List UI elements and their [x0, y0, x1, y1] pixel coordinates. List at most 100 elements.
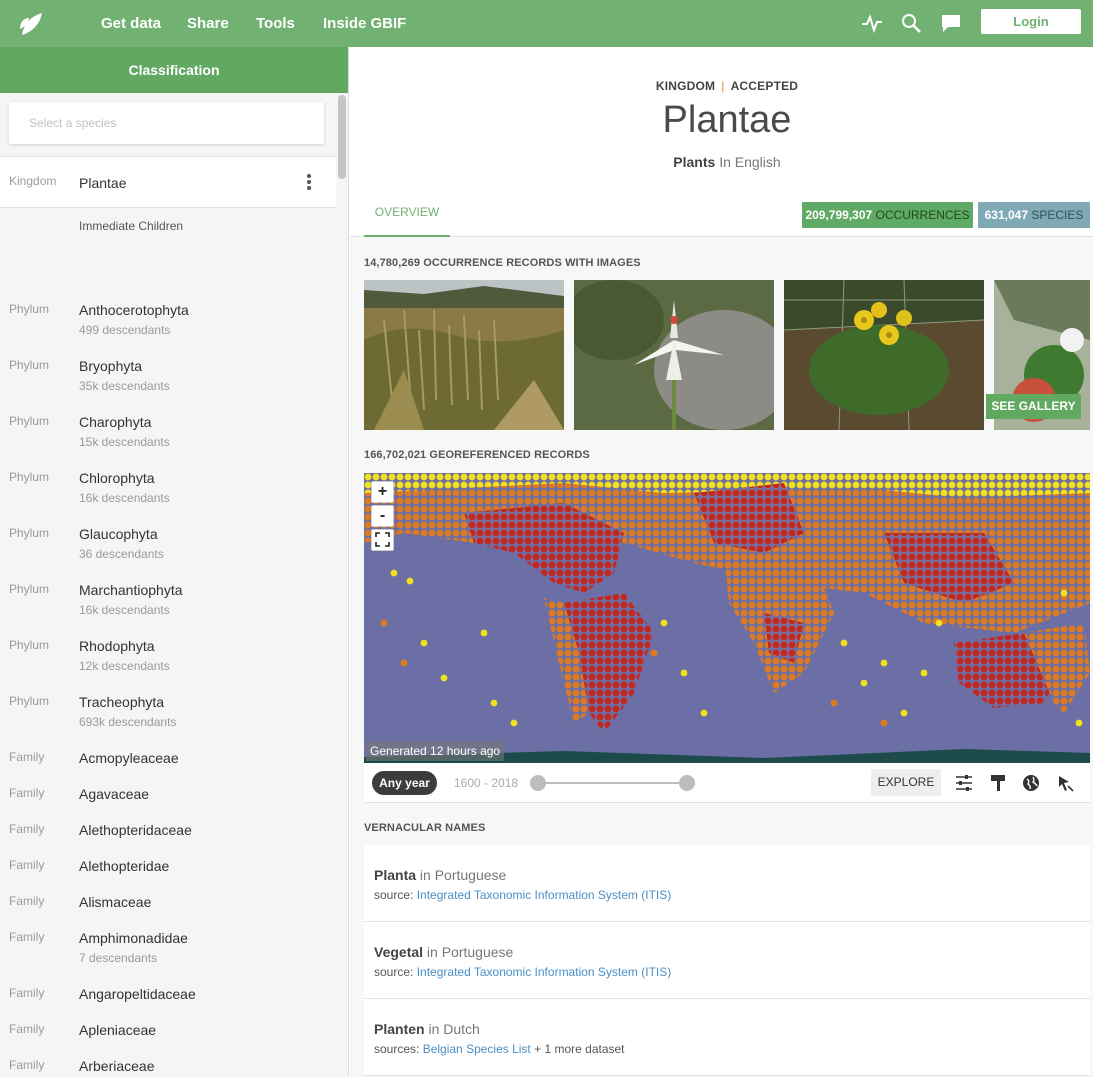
row-descendants: 16k descendants — [79, 491, 170, 505]
vernacular-language: in Portuguese — [426, 944, 514, 960]
row-name[interactable]: Glaucophyta — [79, 526, 158, 542]
images-heading: 14,780,269 OCCURRENCE RECORDS WITH IMAGE… — [364, 257, 641, 269]
kingdom-row[interactable]: Kingdom Plantae — [0, 156, 336, 208]
occurrence-photo[interactable] — [784, 280, 984, 430]
row-name[interactable]: Alethopteridae — [79, 858, 169, 874]
row-name[interactable]: Acmopyleaceae — [79, 750, 179, 766]
row-name[interactable]: Charophyta — [79, 414, 151, 430]
row-name[interactable]: Agavaceae — [79, 786, 149, 802]
row-name[interactable]: Apleniaceae — [79, 1022, 156, 1038]
year-slider-track[interactable] — [538, 782, 688, 784]
common-name-value: Plants — [673, 154, 716, 170]
login-button[interactable]: Login — [981, 9, 1081, 34]
zoom-out-button[interactable]: - — [371, 505, 394, 527]
nav-get-data[interactable]: Get data — [101, 15, 161, 32]
page-title: Plantae — [662, 99, 792, 141]
nav-inside-gbif[interactable]: Inside GBIF — [323, 15, 406, 32]
any-year-button[interactable]: Any year — [372, 771, 437, 795]
row-name[interactable]: Arberiaceae — [79, 1058, 155, 1074]
taxon-header: KINGDOM | ACCEPTED Plantae Plants In Engli… — [350, 47, 1093, 237]
row-rank: Family — [9, 894, 45, 908]
sidebar-item-arceuthidaceae[interactable]: FamilyArceuthidaceae — [0, 1073, 336, 1077]
sidebar-item-rhodophyta[interactable]: Phylum Rhodophyta 12k descendants — [0, 617, 336, 673]
row-rank: Phylum — [9, 694, 50, 708]
globe-icon[interactable] — [1021, 773, 1041, 793]
row-rank: Phylum — [9, 582, 50, 596]
occurrence-photo[interactable] — [364, 280, 564, 430]
occurrence-photo[interactable] — [574, 280, 774, 430]
see-gallery-button[interactable]: SEE GALLERY — [986, 394, 1081, 419]
sidebar-item-tracheophyta[interactable]: Phylum Tracheophyta 693k descendants — [0, 673, 336, 729]
tab-overview[interactable]: OVERVIEW — [364, 194, 450, 237]
vernacular-source: source: Integrated Taxonomic Information… — [374, 888, 671, 902]
row-rank: Family — [9, 858, 45, 872]
row-rank: Family — [9, 930, 45, 944]
year-range-label: 1600 - 2018 — [454, 776, 519, 790]
row-name[interactable]: Angaropeltidaceae — [79, 986, 196, 1002]
row-name[interactable]: Amphimonadidae — [79, 930, 188, 946]
vernacular-name-value: Planten — [374, 1021, 425, 1037]
source-prefix: source: — [374, 888, 414, 902]
row-descendants: 35k descendants — [79, 379, 170, 393]
sidebar-item-charophyta[interactable]: Phylum Charophyta 15k descendants — [0, 393, 336, 449]
row-name[interactable]: Tracheophyta — [79, 694, 164, 710]
row-descendants: 499 descendants — [79, 323, 171, 337]
row-rank: Family — [9, 822, 45, 836]
row-name[interactable]: Rhodophyta — [79, 638, 155, 654]
source-link[interactable]: Belgian Species List — [423, 1042, 531, 1056]
taxon-rank: KINGDOM — [655, 79, 716, 93]
gbif-logo-icon[interactable] — [16, 9, 46, 39]
vernacular-source: source: Integrated Taxonomic Information… — [374, 965, 671, 979]
row-rank: Phylum — [9, 526, 50, 540]
row-rank: Phylum — [9, 638, 50, 652]
explore-button[interactable]: EXPLORE — [871, 769, 941, 796]
source-link[interactable]: Integrated Taxonomic Information System … — [417, 888, 672, 902]
sidebar-item-glaucophyta[interactable]: Phylum Glaucophyta 36 descendants — [0, 505, 336, 561]
row-name[interactable]: Anthocerotophyta — [79, 302, 189, 318]
year-slider-end-handle[interactable] — [679, 775, 695, 791]
row-descendants: 7 descendants — [79, 951, 158, 965]
row-name[interactable]: Marchantiophyta — [79, 582, 183, 598]
row-name[interactable]: Bryophyta — [79, 358, 142, 374]
vernacular-name: Planten in Dutch — [374, 1021, 480, 1037]
vernacular-language: in Dutch — [428, 1021, 480, 1037]
row-name[interactable]: Alethopteridaceae — [79, 822, 192, 838]
nav-share[interactable]: Share — [187, 15, 229, 32]
row-name[interactable]: Alismaceae — [79, 894, 151, 910]
species-badge[interactable]: 631,047 SPECIES — [978, 202, 1090, 228]
search-icon[interactable] — [900, 12, 922, 34]
select-area-icon[interactable] — [1055, 773, 1075, 793]
vernacular-heading: VERNACULAR NAMES — [364, 822, 486, 834]
row-descendants: 16k descendants — [79, 603, 170, 617]
sidebar-item-amphimonadidae[interactable]: Family Amphimonadidae 7 descendants — [0, 909, 336, 965]
sidebar-item-marchantiophyta[interactable]: Phylum Marchantiophyta 16k descendants — [0, 561, 336, 617]
vernacular-name-value: Vegetal — [374, 944, 424, 960]
vernacular-name-card: Planta in Portuguese source: Integrated T… — [364, 845, 1090, 922]
more-options-icon[interactable] — [300, 173, 318, 193]
classification-list: Select a species Kingdom Plantae Immedia… — [0, 93, 336, 1077]
zoom-in-button[interactable]: + — [371, 481, 394, 503]
paint-style-icon[interactable] — [988, 773, 1008, 793]
top-navbar: Get data Share Tools Inside GBIF Login — [0, 0, 1093, 47]
feedback-icon[interactable] — [940, 12, 962, 34]
sidebar-item-bryophyta[interactable]: Phylum Bryophyta 35k descendants — [0, 337, 336, 393]
occurrence-map[interactable]: + - Generated 12 hours ago — [364, 473, 1090, 763]
pulse-icon[interactable] — [861, 12, 883, 34]
occurrences-badge[interactable]: 209,799,307 OCCURRENCES — [802, 202, 973, 228]
sidebar-scrollbar[interactable] — [338, 95, 346, 179]
vernacular-language: in Portuguese — [419, 867, 507, 883]
row-rank: Phylum — [9, 358, 50, 372]
nav-tools[interactable]: Tools — [256, 15, 295, 32]
row-name[interactable]: Chlorophyta — [79, 470, 155, 486]
species-search-input[interactable]: Select a species — [9, 102, 324, 144]
filter-settings-icon[interactable] — [954, 773, 974, 793]
fullscreen-icon[interactable] — [371, 529, 394, 551]
row-name[interactable]: Plantae — [79, 175, 126, 191]
sidebar-item-arberiaceae[interactable]: Family Arberiaceae — [0, 1037, 336, 1077]
sidebar-item-anthocerotophyta[interactable]: Phylum Anthocerotophyta 499 descendants — [0, 281, 336, 337]
year-slider-start-handle[interactable] — [530, 775, 546, 791]
row-rank: Phylum — [9, 302, 50, 316]
sidebar-item-chlorophyta[interactable]: Phylum Chlorophyta 16k descendants — [0, 449, 336, 505]
classification-sidebar: Classification Select a species Kingdom … — [0, 47, 349, 1077]
source-link[interactable]: Integrated Taxonomic Information System … — [417, 965, 672, 979]
